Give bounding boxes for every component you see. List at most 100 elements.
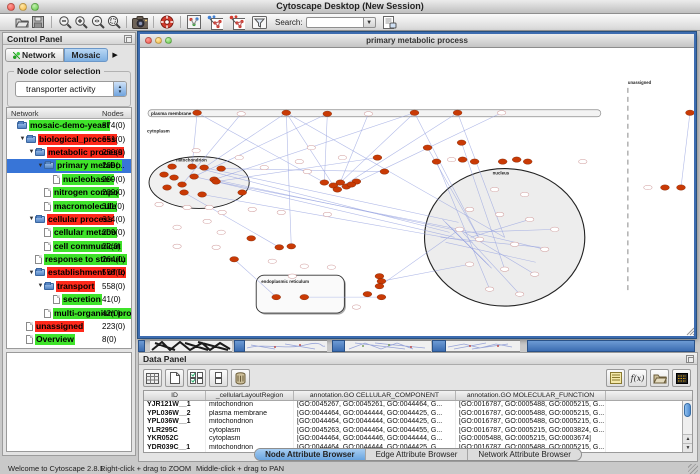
network-node-highlighted[interactable]: [180, 190, 189, 195]
network-node-plain[interactable]: [551, 227, 559, 231]
network-node-plain[interactable]: [303, 169, 311, 173]
network-node-plain[interactable]: [352, 305, 360, 309]
search-config-icon[interactable]: [382, 15, 398, 30]
network-node-plain[interactable]: [268, 259, 276, 263]
table-column-header[interactable]: _cellularLayoutRegion: [206, 391, 294, 400]
tree-col-network[interactable]: Network: [7, 109, 39, 118]
expand-arrow-icon[interactable]: ▼: [37, 283, 44, 289]
background-window-edge[interactable]: [527, 340, 695, 352]
network-node-plain[interactable]: [490, 187, 498, 191]
network-node-highlighted[interactable]: [498, 159, 507, 164]
background-window[interactable]: [345, 340, 431, 352]
network-node-highlighted[interactable]: [380, 169, 389, 174]
zoom-out-icon[interactable]: [57, 15, 73, 30]
network-node-highlighted[interactable]: [377, 294, 386, 299]
network-node-highlighted[interactable]: [188, 164, 197, 169]
new-network-from-selected-nodes-icon[interactable]: [207, 15, 223, 30]
network-node-plain[interactable]: [465, 207, 473, 211]
network-tree-item[interactable]: ▼primary metabo209(...: [7, 159, 131, 172]
network-node-highlighted[interactable]: [238, 190, 247, 195]
expand-arrow-icon[interactable]: ▼: [28, 149, 35, 155]
network-tree-item[interactable]: cellular metabo209(0): [7, 226, 131, 239]
network-node-plain[interactable]: [500, 267, 508, 271]
close-window-icon[interactable]: [7, 3, 15, 11]
network-node-highlighted[interactable]: [200, 165, 209, 170]
snapshot-icon[interactable]: [132, 15, 148, 30]
attribute-browser-tab[interactable]: Edge Attribute Browser: [365, 449, 468, 460]
network-node-plain[interactable]: [203, 219, 211, 223]
table-column-header[interactable]: annotation.GO MOLECULAR_FUNCTION: [456, 391, 606, 400]
background-window[interactable]: [446, 340, 520, 352]
network-node-plain[interactable]: [364, 112, 372, 116]
network-node-highlighted[interactable]: [170, 175, 179, 180]
search-dropdown-icon[interactable]: ▼: [364, 17, 376, 28]
network-node-plain[interactable]: [300, 264, 308, 268]
attribute-browser-tab[interactable]: Node Attribute Browser: [255, 449, 365, 460]
network-node-highlighted[interactable]: [275, 245, 284, 250]
network-node-highlighted[interactable]: [375, 274, 384, 279]
network-node-plain[interactable]: [218, 210, 226, 214]
attribute-grid-icon[interactable]: [143, 369, 162, 387]
network-node-plain[interactable]: [155, 202, 163, 206]
network-window-close-icon[interactable]: [145, 37, 152, 44]
network-node-plain[interactable]: [497, 111, 505, 115]
network-node-plain[interactable]: [277, 210, 285, 214]
network-tree-item[interactable]: Overview8(0): [7, 333, 131, 346]
network-node-highlighted[interactable]: [178, 182, 187, 187]
network-node-plain[interactable]: [531, 272, 539, 276]
network-tree-item[interactable]: nucleobase-209(0): [7, 173, 131, 186]
background-window-edge[interactable]: [432, 340, 446, 352]
network-node-plain[interactable]: [579, 159, 587, 163]
network-node-highlighted[interactable]: [198, 192, 207, 197]
scrollbar-thumb[interactable]: [684, 403, 691, 417]
float-data-panel-icon[interactable]: [686, 355, 694, 363]
network-node-highlighted[interactable]: [300, 294, 309, 299]
network-node-plain[interactable]: [205, 205, 213, 209]
network-node-highlighted[interactable]: [212, 179, 221, 184]
network-node-plain[interactable]: [485, 287, 493, 291]
zoom-selected-region-icon[interactable]: [105, 15, 121, 30]
network-node-highlighted[interactable]: [287, 244, 296, 249]
network-node-plain[interactable]: [520, 192, 528, 196]
select-attributes-icon[interactable]: [187, 369, 206, 387]
network-node-plain[interactable]: [248, 207, 256, 211]
table-column-header[interactable]: annotation.GO CELLULAR_COMPONENT: [294, 391, 456, 400]
network-tree-item[interactable]: response to stimulu264(0): [7, 253, 131, 266]
network-node-highlighted[interactable]: [323, 111, 332, 116]
tree-col-nodes[interactable]: Nodes: [102, 108, 124, 119]
network-tree-item[interactable]: ▼biological_process651(0): [7, 132, 131, 145]
network-node-highlighted[interactable]: [377, 278, 386, 283]
network-node-plain[interactable]: [235, 155, 243, 159]
network-node-highlighted[interactable]: [375, 283, 384, 288]
network-node-plain[interactable]: [192, 148, 200, 152]
network-window-zoom-icon[interactable]: [165, 37, 172, 44]
network-node-plain[interactable]: [288, 274, 296, 278]
network-node-plain[interactable]: [515, 292, 523, 296]
help-lifesaver-icon[interactable]: [159, 15, 175, 30]
network-tree-item[interactable]: nitrogen compo209(0): [7, 186, 131, 199]
table-row[interactable]: YPL036W__2plasma membrane[GO:0044464, GO…: [144, 410, 692, 419]
network-tree-item[interactable]: ▼transport558(0): [7, 280, 131, 293]
network-node-highlighted[interactable]: [410, 110, 419, 115]
node-color-attribute-select[interactable]: transporter activity ▲▼: [15, 81, 127, 97]
network-node-highlighted[interactable]: [230, 257, 239, 262]
graphics-details-icon[interactable]: [186, 15, 202, 30]
tab-network[interactable]: Network: [5, 48, 64, 62]
network-node-plain[interactable]: [295, 159, 303, 163]
network-node-highlighted[interactable]: [512, 157, 521, 162]
network-tree-item[interactable]: ▼cellular process614(0): [7, 213, 131, 226]
background-window[interactable]: [245, 340, 327, 352]
expand-arrow-icon[interactable]: ▼: [19, 136, 26, 142]
network-node-highlighted[interactable]: [347, 182, 356, 187]
network-node-highlighted[interactable]: [320, 180, 329, 185]
network-node-plain[interactable]: [212, 245, 220, 249]
network-node-highlighted[interactable]: [523, 159, 532, 164]
background-window[interactable]: [150, 340, 232, 352]
resize-grip-icon[interactable]: [688, 464, 698, 474]
network-node-highlighted[interactable]: [217, 166, 226, 171]
background-window-edge[interactable]: [332, 340, 345, 352]
network-node-plain[interactable]: [338, 155, 346, 159]
network-node-highlighted[interactable]: [333, 187, 342, 192]
new-attribute-icon[interactable]: [165, 369, 184, 387]
scroll-up-icon[interactable]: ▲: [683, 434, 693, 443]
